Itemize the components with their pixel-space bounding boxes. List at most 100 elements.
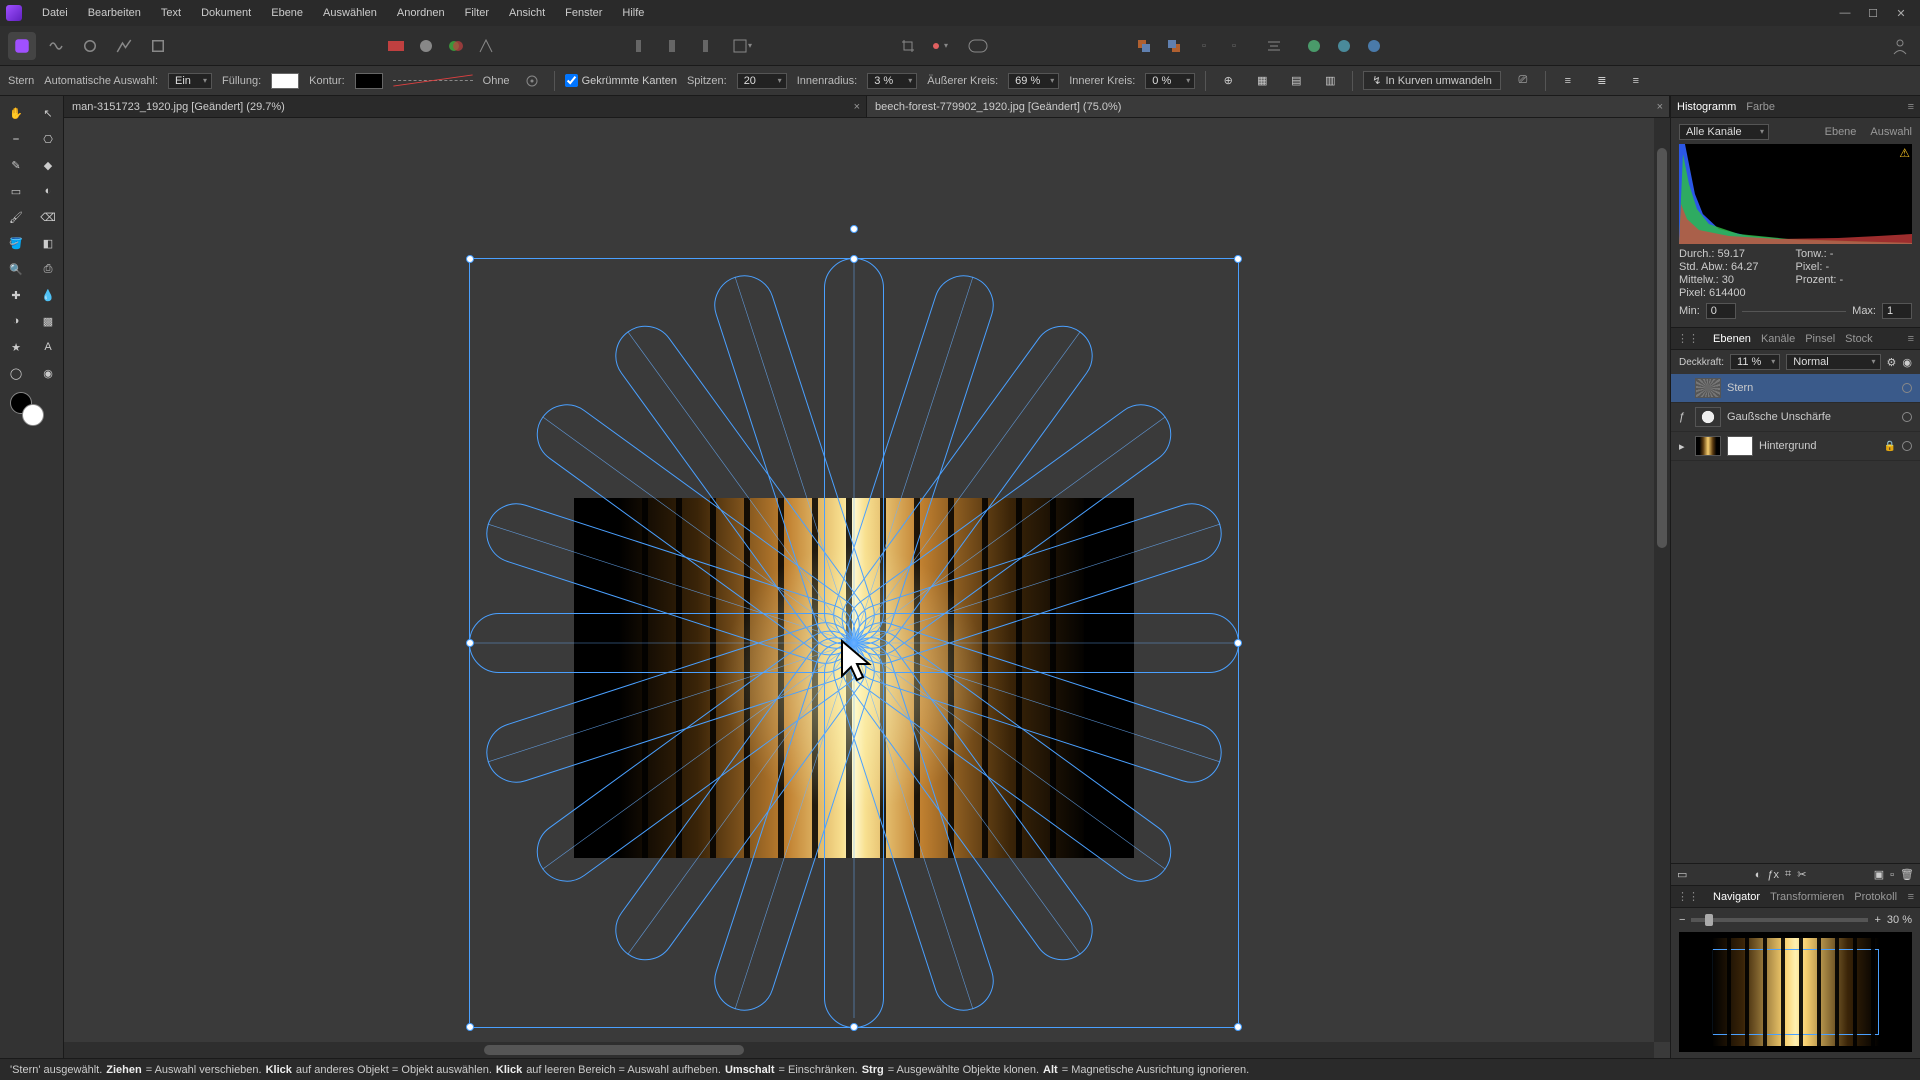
tab-transform[interactable]: Transformieren — [1770, 891, 1844, 903]
text-tool-icon[interactable]: A — [32, 334, 64, 360]
gradient-tool-icon[interactable]: ◧ — [32, 230, 64, 256]
hist-range-slider[interactable] — [1742, 311, 1846, 312]
window-minimize-icon[interactable]: — — [1838, 6, 1852, 20]
resize-handle-sw[interactable] — [466, 1023, 474, 1031]
zoom-tool-icon[interactable]: 🔍 — [0, 256, 32, 282]
channel-dropdown[interactable]: Alle Kanäle — [1679, 124, 1769, 140]
convert-to-curves-button[interactable]: ↯ In Kurven umwandeln — [1363, 71, 1501, 90]
color-picker-tool-icon[interactable]: ⎯ — [0, 126, 32, 152]
scrollbar-thumb[interactable] — [484, 1045, 744, 1055]
hist-max-input[interactable] — [1882, 303, 1912, 319]
mask-layer-icon[interactable]: ▭ — [1677, 868, 1687, 881]
layer-row[interactable]: ▸ Hintergrund 🔒 — [1671, 432, 1920, 461]
layer-expand-icon[interactable]: ▸ — [1679, 440, 1689, 453]
scrollbar-thumb[interactable] — [1657, 148, 1667, 548]
arrange-left-icon[interactable] — [630, 34, 654, 58]
arrange-center-icon[interactable] — [660, 34, 684, 58]
panel-drag-icon[interactable]: ⋮⋮ — [1677, 332, 1699, 345]
layer-fx-icon[interactable]: ◉ — [1902, 356, 1912, 369]
menu-dokument[interactable]: Dokument — [191, 3, 261, 23]
add-layer-icon[interactable]: ▫ — [1890, 869, 1894, 881]
blur-tool-icon[interactable]: 💧 — [32, 282, 64, 308]
layer-visibility-toggle[interactable] — [1902, 383, 1912, 393]
menu-datei[interactable]: Datei — [32, 3, 78, 23]
layer-thumbnail[interactable] — [1695, 378, 1721, 398]
quicklook-cmyk-icon[interactable] — [444, 34, 468, 58]
crop-icon[interactable] — [896, 34, 920, 58]
persona-develop-icon[interactable] — [76, 32, 104, 60]
menu-anordnen[interactable]: Anordnen — [387, 3, 455, 23]
fx-layer-icon[interactable]: ƒx — [1767, 869, 1779, 881]
rotate-handle[interactable] — [850, 225, 858, 233]
group-icon[interactable]: ▣ — [1874, 868, 1884, 881]
cloud-sync-icon[interactable] — [1332, 34, 1356, 58]
transform-origin-icon[interactable]: ⊕ — [1216, 69, 1240, 93]
blend-mode-dropdown[interactable]: Normal — [1786, 354, 1880, 370]
stroke-swatch[interactable] — [355, 73, 383, 89]
vertical-scrollbar[interactable] — [1654, 118, 1670, 1042]
panel-drag-icon[interactable]: ⋮⋮ — [1677, 890, 1699, 903]
tab-stock[interactable]: Stock — [1845, 333, 1873, 345]
align-icon[interactable] — [1262, 34, 1286, 58]
menu-filter[interactable]: Filter — [455, 3, 499, 23]
layer-row[interactable]: Stern — [1671, 374, 1920, 403]
window-maximize-icon[interactable]: ☐ — [1866, 6, 1880, 20]
layer-settings-icon[interactable]: ⚙ — [1887, 356, 1897, 369]
live-filter-icon[interactable]: ⌗ — [1785, 868, 1791, 881]
hand-tool-icon[interactable]: ✋ — [0, 100, 32, 126]
show-guides-icon[interactable]: ▥ — [1318, 69, 1342, 93]
menu-ebene[interactable]: Ebene — [261, 3, 313, 23]
menu-hilfe[interactable]: Hilfe — [612, 3, 654, 23]
menu-auswaehlen[interactable]: Auswählen — [313, 3, 387, 23]
hist-mode-layer[interactable]: Ebene — [1825, 126, 1857, 138]
resize-handle-nw[interactable] — [466, 255, 474, 263]
cloud-share-icon[interactable] — [1362, 34, 1386, 58]
stroke-settings-icon[interactable] — [520, 69, 544, 93]
tab-brushes[interactable]: Pinsel — [1805, 333, 1835, 345]
layer-thumbnail[interactable] — [1695, 407, 1721, 427]
tab-histogram[interactable]: Histogramm — [1677, 101, 1736, 113]
layer-name[interactable]: Hintergrund — [1759, 440, 1878, 452]
quicklook-lab-icon[interactable] — [474, 34, 498, 58]
points-input[interactable]: 20 — [737, 73, 787, 89]
persona-liquify-icon[interactable] — [42, 32, 70, 60]
brush-tool-icon[interactable]: 🖌 — [0, 204, 32, 230]
resize-handle-n[interactable] — [850, 255, 858, 263]
panel-menu-icon[interactable]: ≡ — [1908, 891, 1914, 903]
menu-fenster[interactable]: Fenster — [555, 3, 612, 23]
navigator-viewport[interactable] — [1712, 949, 1880, 1035]
outer-circle-input[interactable]: 69 % — [1008, 73, 1059, 89]
smooth-edges-checkbox[interactable]: Gekrümmte Kanten — [565, 74, 677, 87]
tab-channels[interactable]: Kanäle — [1761, 333, 1795, 345]
order-back-icon[interactable] — [1132, 34, 1156, 58]
canvas[interactable] — [64, 118, 1670, 1058]
auto-select-dropdown[interactable]: Ein — [168, 73, 212, 89]
tab-navigator[interactable]: Navigator — [1713, 891, 1760, 903]
inner-radius-input[interactable]: 3 % — [867, 73, 917, 89]
stamp-tool-icon[interactable]: ⎙ — [32, 256, 64, 282]
close-icon[interactable]: × — [1657, 101, 1663, 113]
panel-menu-icon[interactable]: ≡ — [1908, 101, 1914, 113]
eraser-tool-icon[interactable]: ⌫ — [32, 204, 64, 230]
marquee-tool-icon[interactable]: ▭ — [0, 178, 32, 204]
mesh-tool-icon[interactable]: ▩ — [32, 308, 64, 334]
persona-photo-icon[interactable] — [8, 32, 36, 60]
persona-tonemap-icon[interactable] — [110, 32, 138, 60]
dodge-tool-icon[interactable]: ◑ — [0, 308, 32, 334]
align-left-icon[interactable]: ≡ — [1556, 69, 1580, 93]
pen-tool-icon[interactable]: ✎ — [0, 152, 32, 178]
tab-history[interactable]: Protokoll — [1854, 891, 1897, 903]
stroke-width-slider[interactable] — [393, 73, 473, 89]
resize-handle-s[interactable] — [850, 1023, 858, 1031]
shape-tool-icon[interactable]: ◯ — [0, 360, 32, 386]
quicklook-grey-icon[interactable] — [414, 34, 438, 58]
layer-row[interactable]: ƒ Gaußsche Unschärfe — [1671, 403, 1920, 432]
lock-icon[interactable]: 🔒 — [1884, 441, 1896, 452]
close-icon[interactable]: × — [854, 101, 860, 113]
inner-circle-input[interactable]: 0 % — [1145, 73, 1195, 89]
fill-swatch[interactable] — [271, 73, 299, 89]
selection-bounds[interactable] — [469, 258, 1239, 1028]
crop-tool-icon[interactable]: ⎔ — [32, 126, 64, 152]
tab-color[interactable]: Farbe — [1746, 101, 1775, 113]
layer-name[interactable]: Gaußsche Unschärfe — [1727, 411, 1896, 423]
